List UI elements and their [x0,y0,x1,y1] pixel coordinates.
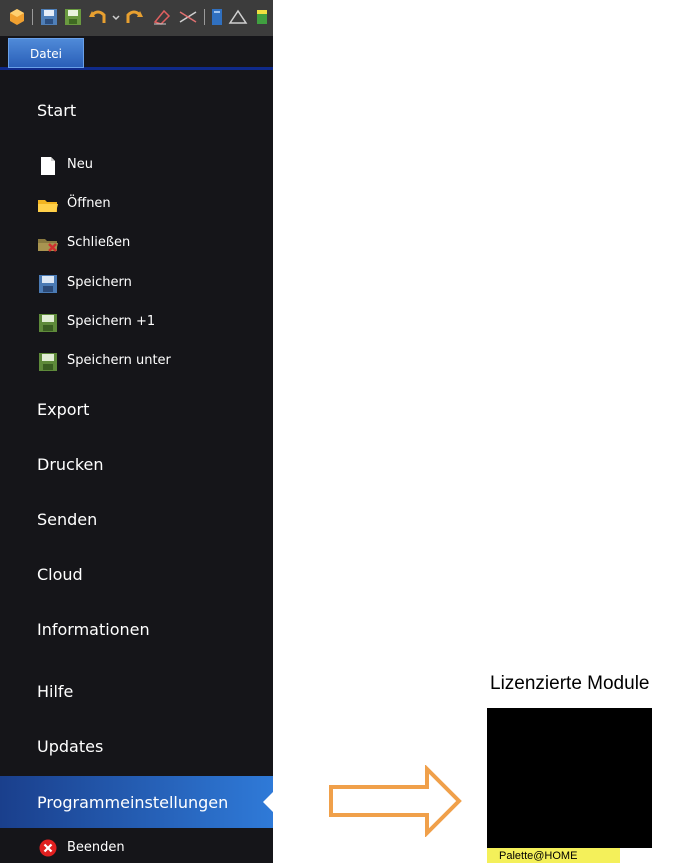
module-badge: Palette@HOME [487,848,620,863]
save-plus-disk-icon [39,314,57,332]
undo-dropdown-icon[interactable] [112,14,120,22]
save-icon[interactable] [40,8,58,26]
menu-cloud[interactable]: Cloud [0,556,273,592]
book-icon[interactable] [210,8,224,26]
menu-hilfe-label: Hilfe [37,682,74,701]
menu-senden-label: Senden [37,510,98,529]
menu-updates[interactable]: Updates [0,728,273,764]
licensed-modules-title: Lizenzierte Module [490,673,650,694]
menu-speichern[interactable]: Speichern [0,272,273,296]
menu-start[interactable]: Start [0,92,273,128]
save-as-disk-icon [39,353,57,371]
menu-oeffnen-label: Öffnen [67,196,111,211]
menu-programmeinstellungen[interactable]: Programmeinstellungen [0,776,273,828]
toolbar-separator [32,9,33,25]
open-folder-icon [38,200,58,212]
cut-icon[interactable] [178,8,198,26]
menu-speichern-plus-label: Speichern +1 [67,314,156,329]
menu-neu-label: Neu [67,157,93,172]
copy-icon[interactable] [228,8,248,26]
menu-speichern-label: Speichern [67,275,132,290]
menu-informationen-label: Informationen [37,620,150,639]
licensed-modules-image [487,708,652,848]
menu-export-label: Export [37,400,90,419]
menu-drucken-label: Drucken [37,455,104,474]
menu-cloud-label: Cloud [37,565,83,584]
module-icon[interactable] [255,8,269,26]
app-logo-icon[interactable] [8,8,26,26]
eraser-icon[interactable] [152,8,172,26]
tab-datei[interactable]: Datei [8,38,84,68]
menu-speichern-plus[interactable]: Speichern +1 [0,311,273,335]
menu-schliessen[interactable]: Schließen [0,232,273,256]
menu-speichern-unter[interactable]: Speichern unter [0,350,273,374]
undo-icon[interactable] [88,8,108,26]
exit-icon [39,839,57,857]
redo-icon[interactable] [124,8,144,26]
menu-senden[interactable]: Senden [0,501,273,537]
menu-hilfe[interactable]: Hilfe [0,673,273,709]
menu-export[interactable]: Export [0,391,273,427]
menu-programmeinstellungen-label: Programmeinstellungen [37,793,229,812]
menu-oeffnen[interactable]: Öffnen [0,193,273,217]
quick-access-toolbar [0,0,273,36]
save-disk-icon [39,275,57,293]
new-document-icon [41,157,55,175]
menu-beenden-label: Beenden [67,840,125,855]
menu-speichern-unter-label: Speichern unter [67,353,171,368]
menu-beenden[interactable]: Beenden [0,837,273,861]
menu-start-label: Start [37,101,77,120]
arrow-right-icon [329,765,462,837]
menu-schliessen-label: Schließen [67,235,131,250]
save-plus-icon[interactable] [64,8,82,26]
menu-updates-label: Updates [37,737,104,756]
menu-neu[interactable]: Neu [0,154,273,178]
toolbar-separator [204,9,205,25]
menu-drucken[interactable]: Drucken [0,446,273,482]
selection-caret-icon [263,792,273,812]
menu-informationen[interactable]: Informationen [0,611,273,647]
close-folder-icon [38,239,58,252]
